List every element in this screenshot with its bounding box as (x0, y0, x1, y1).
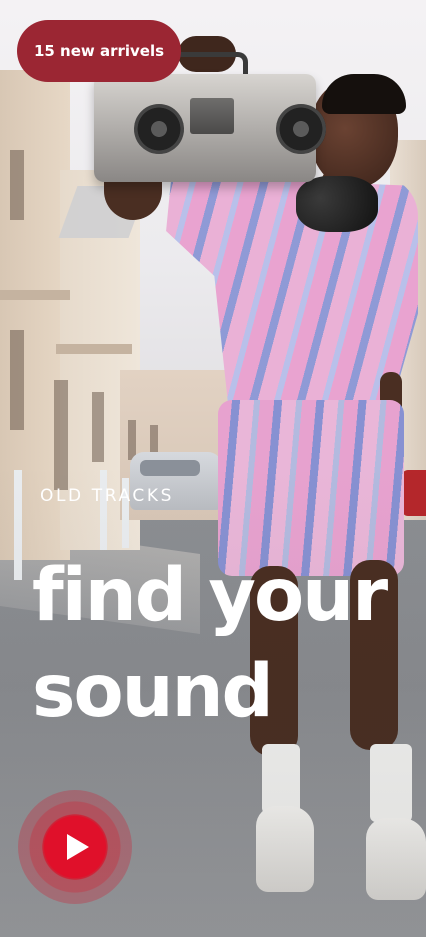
play-icon (67, 834, 89, 860)
app-screen: 15 new arrivels OLD TRACKS find your sou… (0, 0, 426, 937)
headline-line-1: find your (32, 553, 388, 638)
headline-line-2: sound (32, 649, 274, 734)
new-arrivals-badge[interactable]: 15 new arrivels (17, 20, 181, 82)
new-arrivals-label: 15 new arrivels (33, 42, 165, 60)
play-button[interactable] (44, 816, 106, 878)
hero-eyebrow: OLD TRACKS (40, 486, 174, 506)
hero-headline: find your sound (32, 548, 412, 740)
